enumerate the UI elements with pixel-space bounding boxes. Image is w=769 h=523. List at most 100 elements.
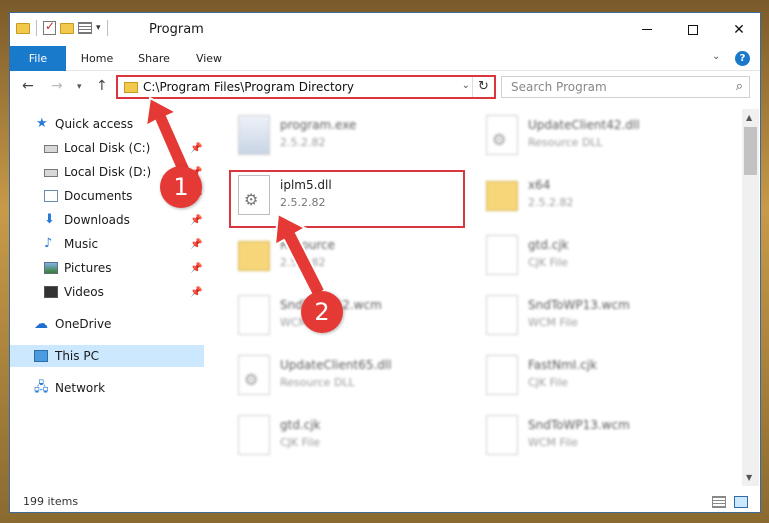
sidebar-item-videos[interactable]: Videos 📌 (10, 281, 204, 303)
search-icon[interactable]: ⌕ (736, 79, 743, 94)
file-name: Resource (280, 238, 336, 252)
file-detail: 2.5.2.82 (280, 136, 326, 149)
minimize-button[interactable] (624, 13, 670, 46)
file-icon (486, 235, 518, 275)
search-placeholder: Search Program (511, 80, 607, 94)
file-item[interactable]: Resource 2.5.2.82 (216, 229, 456, 285)
address-dropdown-chevron-icon[interactable]: ⌄ (462, 80, 470, 91)
sidebar-item-label: Videos (64, 285, 104, 299)
properties-check-icon[interactable] (43, 19, 56, 35)
sidebar-item-downloads[interactable]: ⬇ Downloads 📌 (10, 209, 204, 231)
download-icon: ⬇ (44, 212, 55, 227)
pin-icon: 📌 (190, 214, 203, 226)
sidebar-item-label: Documents (64, 189, 133, 203)
pictures-icon (44, 262, 58, 274)
close-button[interactable]: ✕ (716, 13, 760, 46)
maximize-icon (688, 24, 698, 35)
maximize-button[interactable] (670, 13, 716, 46)
sidebar-item-this-pc[interactable]: This PC (10, 345, 204, 367)
tab-home[interactable]: Home (72, 46, 122, 71)
window-title: Program (149, 22, 204, 37)
sidebar-item-label: Music (64, 237, 99, 251)
back-arrow-icon[interactable]: ← (22, 78, 34, 94)
file-name: SndToWP13.wcm (528, 298, 630, 312)
folder-icon (124, 82, 138, 93)
tab-file[interactable]: File (10, 46, 66, 71)
folder-icon (486, 181, 518, 211)
file-detail: 2.5.2.82 (528, 196, 574, 209)
navigation-bar: ← → ▾ ↑ C:\Program Files\Program Directo… (10, 72, 760, 104)
folder-icon (238, 241, 270, 271)
file-detail: Resource DLL (528, 136, 603, 149)
expand-ribbon-chevron-icon[interactable]: ⌄ (712, 51, 720, 62)
sidebar-item-music[interactable]: ♪ Music 📌 (10, 233, 204, 255)
target-file-highlight (229, 170, 465, 228)
sidebar-item-label: Pictures (64, 261, 112, 275)
file-item[interactable]: SndToWP13.wcm WCM File (464, 289, 704, 345)
pin-icon: 📌 (190, 238, 203, 250)
quick-access-toolbar: ▾ (16, 19, 110, 36)
scrollbar-thumb[interactable] (744, 127, 757, 175)
file-icon (486, 295, 518, 335)
step-2-badge: 2 (301, 291, 343, 333)
file-detail: CJK File (528, 256, 569, 269)
star-icon: ★ (36, 116, 48, 131)
sidebar-item-label: OneDrive (55, 317, 112, 331)
file-detail: Resource DLL (280, 376, 355, 389)
view-options-icon[interactable] (78, 22, 92, 34)
documents-icon (44, 190, 58, 202)
file-item[interactable]: gtd.cjk CJK File (464, 229, 704, 285)
toolbar-divider (36, 20, 37, 36)
customize-chevron-icon[interactable]: ▾ (96, 23, 101, 33)
sidebar-item-network[interactable]: 🖧 Network (10, 377, 204, 399)
file-item[interactable]: FastNmI.cjk CJK File (464, 349, 704, 405)
search-input[interactable]: Search Program ⌕ (501, 76, 750, 98)
pin-icon: 📌 (190, 142, 203, 154)
file-icon (486, 355, 518, 395)
videos-icon (44, 286, 58, 298)
file-name: gtd.cjk (528, 238, 569, 252)
item-count: 199 items (23, 495, 79, 508)
file-name: UpdateClient65.dll (280, 358, 392, 372)
sidebar-item-quick-access[interactable]: ★ Quick access (10, 113, 204, 135)
forward-arrow-icon[interactable]: → (51, 78, 63, 94)
file-icon (486, 415, 518, 455)
file-name: x64 (528, 178, 551, 192)
sidebar-item-local-disk-c[interactable]: Local Disk (C:) 📌 (10, 137, 204, 159)
drive-icon (44, 145, 58, 153)
scroll-up-icon[interactable]: ▲ (746, 113, 752, 122)
sidebar-item-label: Quick access (55, 117, 134, 131)
file-item[interactable]: UpdateClient42.dll Resource DLL (464, 109, 704, 165)
file-item[interactable]: UpdateClient65.dll Resource DLL (216, 349, 456, 405)
file-item[interactable]: x64 2.5.2.82 (464, 169, 704, 225)
scroll-down-icon[interactable]: ▼ (746, 473, 752, 482)
tab-view[interactable]: View (186, 46, 232, 71)
new-folder-icon[interactable] (60, 22, 74, 34)
help-button[interactable]: ? (735, 51, 750, 66)
file-item[interactable]: SndToWP13.wcm WCM File (464, 409, 704, 465)
sidebar-item-pictures[interactable]: Pictures 📌 (10, 257, 204, 279)
tab-share[interactable]: Share (130, 46, 178, 71)
vertical-scrollbar[interactable]: ▲ ▼ (742, 109, 759, 486)
address-path[interactable]: C:\Program Files\Program Directory (143, 80, 354, 94)
large-icons-view-icon[interactable] (734, 496, 748, 508)
refresh-icon[interactable]: ↻ (472, 77, 494, 97)
minimize-icon (642, 29, 652, 30)
dll-file-icon (486, 115, 518, 155)
file-detail: WCM File (528, 316, 578, 329)
file-name: FastNmI.cjk (528, 358, 598, 372)
up-arrow-icon[interactable]: ↑ (96, 78, 108, 94)
computer-icon (34, 350, 48, 362)
file-item[interactable]: program.exe 2.5.2.82 (216, 109, 456, 165)
step-1-badge: 1 (160, 166, 202, 208)
file-item[interactable]: gtd.cjk CJK File (216, 409, 456, 465)
sidebar-item-onedrive[interactable]: ☁ OneDrive (10, 313, 204, 335)
file-explorer-window: ▾ Program ✕ File Home Share View ⌄ ? ← →… (9, 12, 761, 513)
ribbon-tabs: File Home Share View ⌄ ? (10, 46, 760, 71)
file-detail: WCM File (528, 436, 578, 449)
address-bar[interactable]: C:\Program Files\Program Directory ⌄ ↻ (116, 75, 496, 99)
details-view-icon[interactable] (712, 496, 726, 508)
title-bar: ▾ Program ✕ (10, 13, 760, 46)
file-name: UpdateClient42.dll (528, 118, 640, 132)
recent-locations-chevron-icon[interactable]: ▾ (77, 82, 82, 92)
